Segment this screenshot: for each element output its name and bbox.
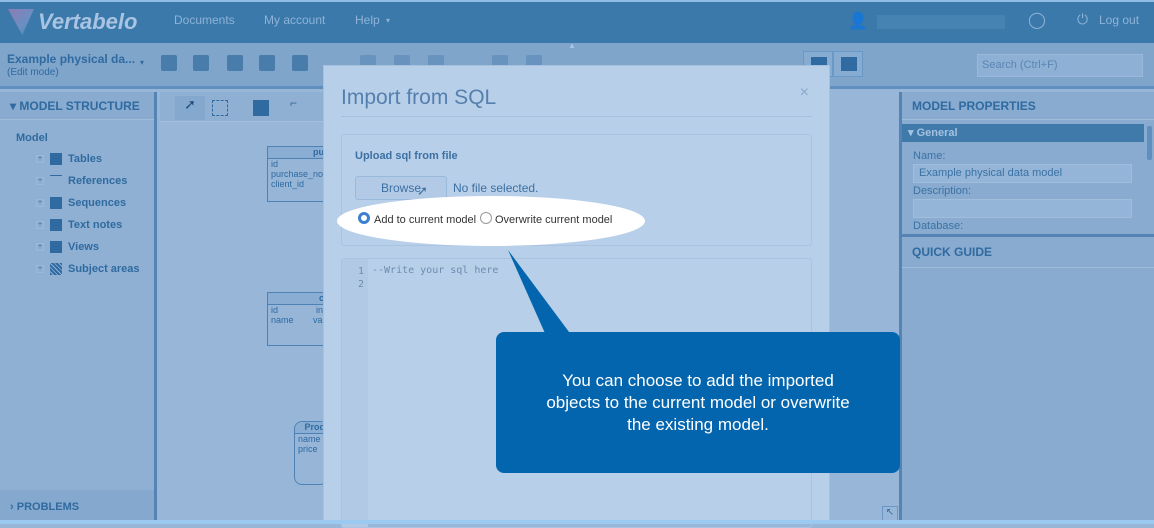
db-table[interactable]: pu id purchase_no client_id [267, 146, 327, 202]
sequence-icon [50, 197, 62, 209]
divider [341, 116, 812, 117]
upload-label: Upload sql from file [355, 150, 458, 162]
add-table-icon[interactable] [253, 100, 269, 116]
quick-guide-header[interactable]: QUICK GUIDE [902, 234, 1154, 268]
top-nav: Vertabelo Documents My account Help ▾ 👤 … [0, 0, 1154, 43]
browse-button[interactable]: Browse [355, 176, 447, 200]
column: purchase_no [271, 169, 324, 179]
radio-label: Overwrite current model [495, 214, 613, 226]
file-status: No file selected. [453, 181, 539, 195]
scrollbar[interactable] [1147, 126, 1152, 160]
tree-item-tables[interactable]: + Tables [36, 153, 102, 165]
username-redacted [877, 15, 1005, 29]
line-numbers: 12 [342, 259, 368, 527]
subject-area-icon [50, 263, 62, 275]
model-properties-panel: MODEL PROPERTIES ▾ General Name: Example… [899, 92, 1154, 524]
brand-name: Vertabelo [38, 9, 138, 34]
section-title: General [916, 127, 958, 139]
tutorial-callout: You can choose to add the imported objec… [496, 332, 900, 473]
mouse-cursor-icon: ➚ [417, 183, 428, 198]
logout-link[interactable]: Log out [1099, 13, 1139, 27]
logo[interactable]: Vertabelo [8, 9, 137, 35]
modal-title: Import from SQL [341, 86, 497, 109]
db-table[interactable]: c id in name va [267, 292, 327, 346]
name-label: Name: [913, 150, 946, 162]
save-icon[interactable] [161, 55, 177, 71]
nav-my-account[interactable]: My account [264, 13, 325, 27]
tree-label: Tables [68, 153, 103, 165]
chevron-down-icon[interactable]: ▾ [140, 58, 144, 67]
model-structure-panel: ▾ MODEL STRUCTURE Model + Tables + Referen… [0, 92, 157, 524]
code-placeholder[interactable]: --Write your sql here [372, 265, 498, 276]
bottom-bar [0, 520, 1154, 524]
expand-icon[interactable]: + [36, 177, 44, 185]
canvas-toolbar: ➚ ⌐ [160, 92, 325, 122]
tree-item-sequences[interactable]: + Sequences [36, 197, 126, 209]
general-section-header[interactable]: ▾ General [902, 124, 1144, 142]
nav-documents[interactable]: Documents [174, 13, 235, 27]
model-title[interactable]: Example physical da... [7, 52, 135, 66]
table-name: pu [268, 147, 326, 159]
table-name: c [268, 293, 326, 305]
expand-icon[interactable]: + [36, 221, 44, 229]
radio-overwrite[interactable] [480, 212, 492, 224]
problems-panel[interactable]: › PROBLEMS [0, 490, 154, 524]
marquee-tool-icon[interactable] [212, 100, 228, 116]
close-icon[interactable]: × [800, 84, 809, 102]
tree-item-references[interactable]: + References [36, 175, 127, 187]
callout-text: You can choose to add the imported objec… [546, 370, 850, 434]
user-icon: 👤 [848, 13, 868, 30]
tree-label: Views [68, 241, 99, 253]
model-structure-header[interactable]: ▾ MODEL STRUCTURE [0, 92, 154, 120]
chat-icon[interactable]: ◯ [1028, 10, 1046, 30]
layout-right-button[interactable] [833, 51, 863, 77]
power-icon: ⏻ [1077, 11, 1089, 27]
image-icon[interactable] [227, 55, 243, 71]
tree-label: Text notes [68, 219, 123, 231]
note-icon [50, 219, 62, 231]
tree-label: Subject areas [68, 263, 140, 275]
tree-item-text-notes[interactable]: + Text notes [36, 219, 122, 231]
search-input[interactable]: Search (Ctrl+F) [977, 54, 1143, 77]
column: name va [271, 315, 323, 325]
print-icon[interactable] [259, 55, 275, 71]
table-icon [50, 153, 62, 165]
expand-icon[interactable]: + [36, 199, 44, 207]
column: client_id [271, 179, 305, 189]
sql-file-icon[interactable] [292, 55, 308, 71]
name-field[interactable]: Example physical data model [913, 164, 1132, 183]
column: id [271, 159, 279, 169]
model-properties-header: MODEL PROPERTIES [902, 92, 1154, 120]
chevron-down-icon: ▾ [386, 16, 391, 25]
tree-item-subject-areas[interactable]: + Subject areas [36, 263, 140, 275]
database-label: Database: [913, 220, 964, 232]
add-reference-icon[interactable]: ⌐ [290, 96, 320, 120]
expand-icon[interactable]: + [36, 243, 44, 251]
radio-add-to-current[interactable] [358, 212, 370, 224]
radio-label: Add to current model [374, 214, 477, 226]
expand-icon[interactable]: + [36, 265, 44, 273]
model-mode: (Edit mode) [7, 67, 59, 78]
reference-icon [50, 175, 62, 187]
view-icon [50, 241, 62, 253]
tree-label: Sequences [68, 197, 127, 209]
collapse-toolbar-icon[interactable]: ▲ [568, 41, 576, 50]
expand-icon[interactable]: + [36, 155, 44, 163]
vertabelo-logo-icon [8, 9, 34, 35]
tree-label: References [68, 175, 128, 187]
description-label: Description: [913, 185, 972, 197]
panel-title: MODEL STRUCTURE [19, 99, 140, 113]
tree-item-views[interactable]: + Views [36, 241, 99, 253]
column: id in [271, 305, 324, 315]
users-icon[interactable] [193, 55, 209, 71]
select-tool-icon[interactable]: ➚ [175, 96, 205, 120]
problems-label: PROBLEMS [16, 501, 80, 513]
nav-help[interactable]: Help [355, 13, 380, 27]
tree-root-model[interactable]: Model [16, 132, 48, 144]
description-field[interactable] [913, 199, 1132, 218]
layout-icon [841, 57, 857, 71]
